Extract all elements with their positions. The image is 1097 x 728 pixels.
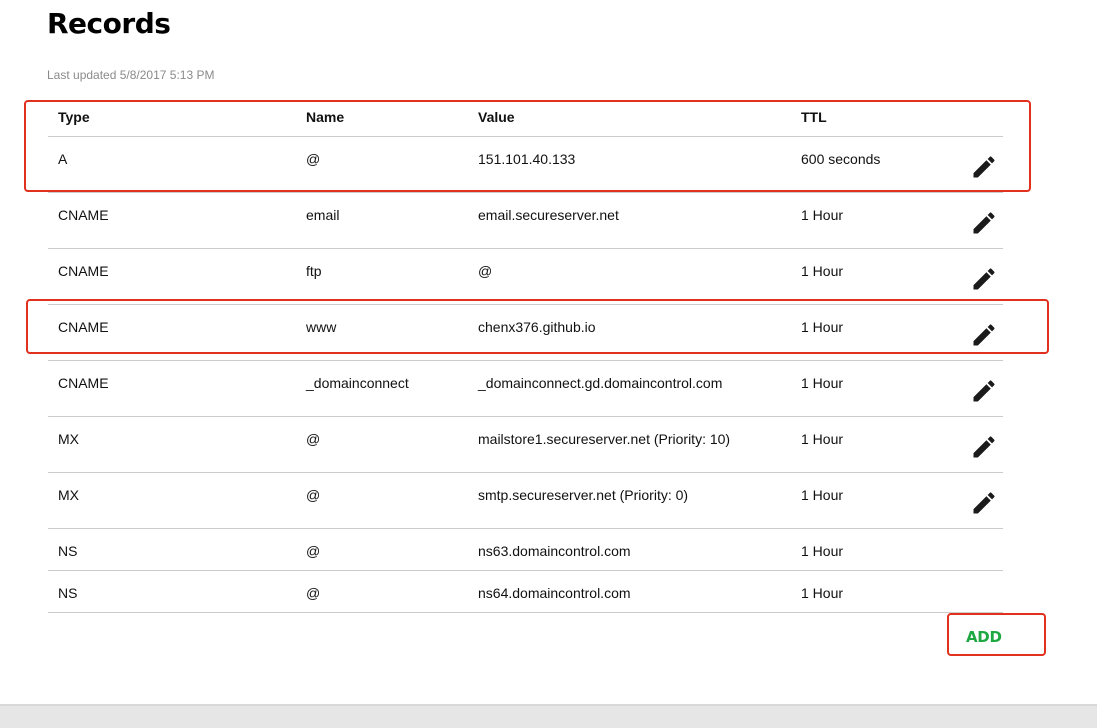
edit-record-button[interactable] <box>970 265 998 293</box>
record-value: smtp.secureserver.net (Priority: 0) <box>478 487 689 503</box>
record-value: 151.101.40.133 <box>478 151 576 167</box>
header-name: Name <box>306 109 345 125</box>
record-ttl: 1 Hour <box>801 487 844 503</box>
table-row: CNAME email email.secureserver.net 1 Hou… <box>48 193 1003 249</box>
record-value: @ <box>478 263 493 279</box>
header-ttl: TTL <box>801 109 827 125</box>
record-ttl: 1 Hour <box>801 263 844 279</box>
record-ttl: 1 Hour <box>801 543 844 559</box>
table-row: NS @ ns63.domaincontrol.com 1 Hour <box>48 529 1003 571</box>
table-row: CNAME ftp @ 1 Hour <box>48 249 1003 305</box>
table-row: MX @ mailstore1.secureserver.net (Priori… <box>48 417 1003 473</box>
record-type: CNAME <box>58 319 109 335</box>
record-name: ftp <box>306 263 322 279</box>
pencil-icon <box>973 212 995 234</box>
record-ttl: 1 Hour <box>801 319 844 335</box>
record-value: chenx376.github.io <box>478 319 596 335</box>
record-value: _domainconnect.gd.domaincontrol.com <box>478 375 723 391</box>
record-name: @ <box>306 151 321 167</box>
edit-record-button[interactable] <box>970 433 998 461</box>
record-name: email <box>306 207 340 223</box>
record-type: MX <box>58 431 79 447</box>
record-name: @ <box>306 585 321 601</box>
record-ttl: 1 Hour <box>801 585 844 601</box>
edit-record-button[interactable] <box>970 153 998 181</box>
record-type: NS <box>58 585 78 601</box>
edit-record-button[interactable] <box>970 489 998 517</box>
record-type: CNAME <box>58 263 109 279</box>
record-ttl: 1 Hour <box>801 375 844 391</box>
last-updated-text: Last updated 5/8/2017 5:13 PM <box>47 68 215 82</box>
table-header-row: Type Name Value TTL <box>48 102 1003 137</box>
pencil-icon <box>973 268 995 290</box>
record-name: @ <box>306 487 321 503</box>
record-value: ns63.domaincontrol.com <box>478 543 631 559</box>
table-row: MX @ smtp.secureserver.net (Priority: 0)… <box>48 473 1003 529</box>
table-row: CNAME _domainconnect _domainconnect.gd.d… <box>48 361 1003 417</box>
record-type: A <box>58 151 68 167</box>
pencil-icon <box>973 156 995 178</box>
dns-records-table: Type Name Value TTL A @ 151.101.40.133 6… <box>48 102 1003 613</box>
table-row: A @ 151.101.40.133 600 seconds <box>48 137 1003 193</box>
pencil-icon <box>973 492 995 514</box>
record-type: CNAME <box>58 207 109 223</box>
pencil-icon <box>973 324 995 346</box>
record-name: @ <box>306 431 321 447</box>
table-row: NS @ ns64.domaincontrol.com 1 Hour <box>48 571 1003 613</box>
edit-record-button[interactable] <box>970 321 998 349</box>
pencil-icon <box>973 436 995 458</box>
edit-record-button[interactable] <box>970 209 998 237</box>
table-row: CNAME www chenx376.github.io 1 Hour <box>48 305 1003 361</box>
record-ttl: 1 Hour <box>801 207 844 223</box>
page-title: Records <box>47 7 171 40</box>
footer-bar <box>0 704 1097 728</box>
record-value: email.secureserver.net <box>478 207 619 223</box>
record-ttl: 600 seconds <box>801 151 881 167</box>
record-ttl: 1 Hour <box>801 431 844 447</box>
pencil-icon <box>973 380 995 402</box>
record-value: mailstore1.secureserver.net (Priority: 1… <box>478 431 731 447</box>
record-name: _domainconnect <box>306 375 409 391</box>
record-type: CNAME <box>58 375 109 391</box>
record-type: NS <box>58 543 78 559</box>
record-name: www <box>306 319 337 335</box>
record-name: @ <box>306 543 321 559</box>
record-value: ns64.domaincontrol.com <box>478 585 631 601</box>
header-value: Value <box>478 109 515 125</box>
header-type: Type <box>58 109 90 125</box>
add-record-button[interactable]: ADD <box>966 628 1002 646</box>
record-type: MX <box>58 487 79 503</box>
edit-record-button[interactable] <box>970 377 998 405</box>
